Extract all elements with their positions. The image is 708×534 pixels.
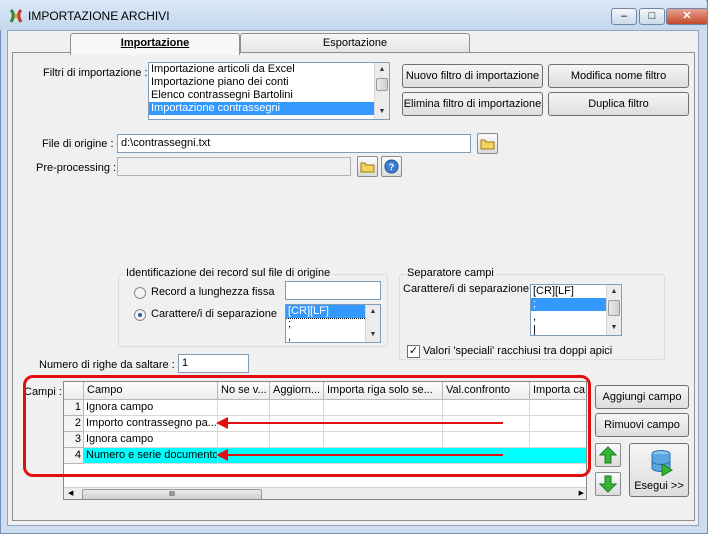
tab-importazione[interactable]: Importazione xyxy=(70,33,240,55)
move-up-button[interactable] xyxy=(595,443,621,467)
scroll-thumb[interactable] xyxy=(608,300,620,316)
svg-text:?: ? xyxy=(389,162,395,172)
scroll-thumb[interactable] xyxy=(376,78,388,91)
help-icon: ? xyxy=(384,159,399,174)
folder-icon xyxy=(480,139,495,150)
run-button-label: Esegui >> xyxy=(634,480,684,492)
grid-hscrollbar[interactable]: ◀ III ▶ xyxy=(64,487,586,499)
field-separator-title: Separatore campi xyxy=(405,267,496,279)
import-tab-panel: Filtri di importazione : Importazione ar… xyxy=(12,52,695,521)
filter-item[interactable]: Importazione articoli da Excel xyxy=(149,63,389,76)
field-separator-scrollbar[interactable]: ▲ ▼ xyxy=(606,285,621,335)
tab-esportazione[interactable]: Esportazione xyxy=(240,33,470,53)
scroll-up-icon[interactable]: ▲ xyxy=(375,63,389,77)
annotation-arrow-icon xyxy=(216,417,228,429)
scroll-up-icon[interactable]: ▲ xyxy=(607,285,621,299)
separator-radio-label: Carattere/i di separazione xyxy=(151,308,277,320)
skip-rows-label: Numero di righe da saltare : xyxy=(39,359,175,371)
fixed-length-input[interactable] xyxy=(285,281,381,300)
new-filter-button[interactable]: Nuovo filtro di importazione xyxy=(402,64,543,88)
source-file-label: File di origine : xyxy=(42,138,114,150)
database-run-icon xyxy=(651,450,673,476)
record-id-title: Identificazione dei record sul file di o… xyxy=(124,267,333,279)
duplicate-filter-button[interactable]: Duplica filtro xyxy=(548,92,689,116)
field-separator-listbox[interactable]: [CR][LF] ; , | ▲ ▼ xyxy=(530,284,622,336)
preprocessing-label: Pre-processing : xyxy=(36,162,117,174)
record-separator-listbox[interactable]: [CR][LF] ; , ▲ ▼ xyxy=(285,304,381,343)
scroll-up-icon[interactable]: ▲ xyxy=(366,305,380,319)
source-file-input[interactable]: d:\contrassegni.txt xyxy=(117,134,471,153)
annotation-arrow-line xyxy=(223,454,503,456)
filter-item[interactable]: Elenco contrassegni Bartolini xyxy=(149,89,389,102)
quoted-values-label: Valori 'speciali' racchiusi tra doppi ap… xyxy=(423,345,613,357)
delete-filter-button[interactable]: Elimina filtro di importazione xyxy=(402,92,543,116)
radio-fixed-length[interactable] xyxy=(134,287,146,299)
fixed-length-label: Record a lunghezza fissa xyxy=(151,286,275,298)
arrow-up-icon xyxy=(598,446,618,464)
preprocessing-browse-button[interactable] xyxy=(357,156,378,177)
folder-icon xyxy=(360,162,375,173)
annotation-red-box xyxy=(23,375,591,477)
filters-listbox[interactable]: Importazione articoli da Excel Importazi… xyxy=(148,62,390,120)
scroll-thumb[interactable]: III xyxy=(82,489,262,499)
app-logo-icon xyxy=(9,8,23,23)
field-separator-label: Carattere/i di separazione xyxy=(403,283,529,295)
help-button[interactable]: ? xyxy=(381,156,402,177)
filter-item-selected[interactable]: Importazione contrassegni xyxy=(149,102,389,115)
scroll-right-icon[interactable]: ▶ xyxy=(579,489,584,497)
filter-item[interactable]: Importazione piano dei conti xyxy=(149,76,389,89)
maximize-icon: □ xyxy=(648,10,656,22)
client-area: Importazione Esportazione Filtri di impo… xyxy=(7,30,699,526)
add-field-button[interactable]: Aggiungi campo xyxy=(595,385,689,409)
move-down-button[interactable] xyxy=(595,472,621,496)
filters-scrollbar[interactable]: ▲ ▼ xyxy=(374,63,389,119)
record-separator-scrollbar[interactable]: ▲ ▼ xyxy=(365,305,380,342)
minimize-button[interactable]: – xyxy=(611,8,637,25)
annotation-arrow-line xyxy=(223,422,503,424)
skip-rows-input[interactable]: 1 xyxy=(178,354,249,373)
quoted-values-checkbox[interactable]: ✓ xyxy=(407,345,420,358)
maximize-button[interactable]: □ xyxy=(639,8,665,25)
arrow-down-icon xyxy=(598,475,618,493)
close-button[interactable]: ✕ xyxy=(666,8,708,25)
annotation-arrow-icon xyxy=(216,449,228,461)
scroll-down-icon[interactable]: ▼ xyxy=(366,328,380,342)
rename-filter-button[interactable]: Modifica nome filtro xyxy=(548,64,689,88)
remove-field-button[interactable]: Rimuovi campo xyxy=(595,413,689,437)
browse-file-button[interactable] xyxy=(477,133,498,154)
scroll-down-icon[interactable]: ▼ xyxy=(375,105,389,119)
preprocessing-input[interactable] xyxy=(117,157,351,176)
close-icon: ✕ xyxy=(682,10,692,22)
scroll-left-icon[interactable]: ◀ xyxy=(68,489,73,497)
radio-separator[interactable] xyxy=(134,309,146,321)
scroll-down-icon[interactable]: ▼ xyxy=(607,321,621,335)
minimize-icon: – xyxy=(620,10,628,22)
run-button[interactable]: Esegui >> xyxy=(629,443,689,497)
window-title: IMPORTAZIONE ARCHIVI xyxy=(28,9,170,23)
filters-label: Filtri di importazione : xyxy=(43,67,148,79)
title-bar: IMPORTAZIONE ARCHIVI – □ ✕ xyxy=(0,0,708,30)
